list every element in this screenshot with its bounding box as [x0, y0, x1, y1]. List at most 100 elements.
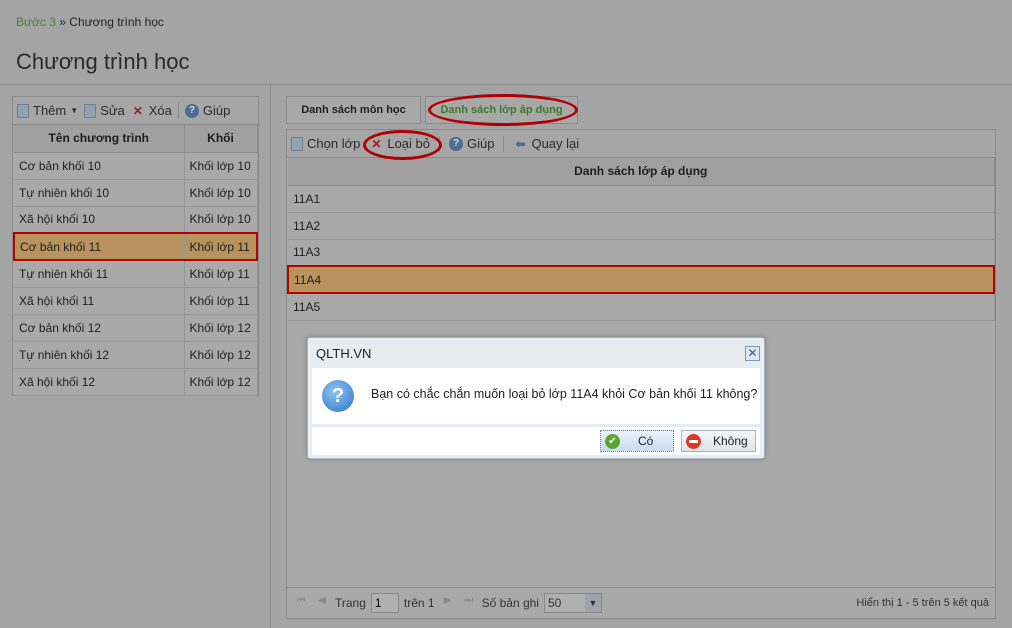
table-row[interactable]: 11A1	[288, 185, 995, 213]
choose-class-button[interactable]: Chọn lớp	[291, 136, 360, 151]
back-label: Quay lại	[531, 136, 580, 151]
toolbar-separator	[177, 102, 179, 119]
table-row[interactable]: Tự nhiên khối 10 Khối lớp 10	[14, 179, 258, 207]
help-button[interactable]: ? Giúp	[184, 103, 231, 118]
highlight-oval	[363, 130, 442, 160]
page-input[interactable]	[370, 593, 399, 613]
program-name-cell: Xã hội khối 12	[14, 368, 185, 396]
grade-cell: Khối lớp 11	[184, 260, 258, 288]
yes-button[interactable]: ✔ Có	[600, 430, 674, 452]
grade-cell: Khối lớp 11	[184, 287, 258, 315]
edit-icon	[84, 103, 97, 118]
back-arrow-icon: ⬅	[515, 136, 526, 151]
class-cell: 11A3	[288, 239, 995, 267]
grade-cell: Khối lớp 10	[184, 179, 258, 207]
breadcrumb: Bước 3 » Chương trình học	[16, 15, 164, 29]
toolbar-separator	[503, 135, 505, 152]
page-size-label: Số bản ghi	[481, 596, 539, 610]
column-header-name[interactable]: Tên chương trình	[14, 125, 185, 153]
class-cell: 11A2	[288, 212, 995, 240]
delete-label: Xóa	[148, 103, 172, 118]
add-label: Thêm	[33, 103, 67, 118]
grade-cell: Khối lớp 12	[184, 368, 258, 396]
table-row[interactable]: Xã hội khối 11 Khối lớp 11	[14, 287, 258, 315]
program-name-cell: Xã hội khối 10	[14, 206, 185, 234]
table-row[interactable]: 11A4	[287, 265, 995, 294]
splitter[interactable]	[270, 85, 271, 628]
program-name-cell: Cơ bản khối 10	[14, 152, 185, 180]
tab-subjects[interactable]: Danh sách môn học	[286, 96, 421, 124]
dialog-footer: ✔ Có Không	[312, 427, 760, 455]
close-icon[interactable]: ✕	[745, 346, 760, 361]
help-label: Giúp	[202, 103, 231, 118]
grade-cell: Khối lớp 12	[184, 341, 258, 369]
highlight-oval	[428, 94, 578, 126]
first-page-icon[interactable]: ⏮	[293, 595, 309, 611]
page-total: trên 1	[403, 596, 435, 610]
grade-cell: Khối lớp 11	[184, 232, 258, 261]
add-doc-icon	[291, 136, 303, 151]
help-icon: ?	[184, 103, 199, 118]
breadcrumb-separator: »	[59, 15, 66, 29]
breadcrumb-current: Chương trình học	[69, 15, 164, 29]
back-button[interactable]: ⬅ Quay lại	[513, 136, 579, 151]
page-label: Trang	[335, 596, 366, 610]
check-icon: ✔	[605, 433, 620, 449]
table-row[interactable]: Tự nhiên khối 11 Khối lớp 11	[14, 260, 258, 288]
no-button[interactable]: Không	[681, 430, 756, 452]
table-row[interactable]: Tự nhiên khối 12 Khối lớp 12	[14, 341, 258, 369]
divider	[0, 84, 1012, 85]
left-toolbar: Thêm ▼ Sửa ✕ Xóa ? Giúp	[13, 97, 258, 125]
class-table: Danh sách lớp áp dụng 11A1 11A2 11A3 11A4 11…	[287, 158, 995, 321]
program-panel: Thêm ▼ Sửa ✕ Xóa ? Giúp Tên chương trình Khố…	[12, 96, 259, 396]
pager: ⏮ ◀ Trang trên 1 ▶ ⏭ Số bản ghi 50 ▼ Hiển t…	[287, 587, 995, 618]
table-row[interactable]: Xã hội khối 10 Khối lớp 10	[14, 206, 258, 234]
grade-cell: Khối lớp 12	[184, 314, 258, 342]
chevron-down-icon: ▼	[584, 594, 601, 612]
no-label: Không	[713, 434, 748, 448]
program-name-cell: Tự nhiên khối 10	[14, 179, 185, 207]
page-size-select[interactable]: 50 ▼	[543, 593, 602, 613]
page-title: Chương trình học	[16, 49, 190, 74]
help-label: Giúp	[467, 136, 495, 151]
no-entry-icon	[686, 433, 701, 449]
table-row[interactable]: 11A5	[288, 293, 995, 321]
program-name-cell: Tự nhiên khối 12	[14, 341, 185, 369]
delete-button[interactable]: ✕ Xóa	[131, 103, 172, 118]
pager-summary: Hiển thị 1 - 5 trên 5 kết quả	[856, 597, 989, 609]
table-row[interactable]: Cơ bản khối 12 Khối lớp 12	[14, 314, 258, 342]
program-name-cell: Cơ bản khối 12	[14, 314, 185, 342]
edit-button[interactable]: Sửa	[84, 103, 125, 118]
question-icon: ?	[322, 380, 354, 412]
yes-label: Có	[638, 434, 654, 448]
class-cell: 11A5	[288, 293, 995, 321]
program-name-cell: Cơ bản khối 11	[13, 232, 185, 261]
help-icon: ?	[449, 136, 463, 151]
dialog-message: Bạn có chắc chắn muốn loại bỏ lớp 11A4 k…	[371, 387, 758, 401]
help-button[interactable]: ? Giúp	[449, 136, 494, 151]
dialog-title: QLTH.VN	[316, 346, 372, 361]
breadcrumb-step[interactable]: Bước 3	[16, 15, 56, 29]
class-cell: 11A1	[288, 185, 995, 213]
table-row[interactable]: 11A2	[288, 212, 995, 240]
page-size-value: 50	[547, 596, 562, 610]
last-page-icon[interactable]: ⏭	[461, 595, 477, 611]
column-header-grade[interactable]: Khối	[184, 125, 258, 153]
prev-page-icon[interactable]: ◀	[314, 595, 330, 611]
program-name-cell: Tự nhiên khối 11	[14, 260, 185, 288]
column-header-class[interactable]: Danh sách lớp áp dụng	[288, 158, 995, 186]
table-row[interactable]: Cơ bản khối 10 Khối lớp 10	[14, 152, 258, 180]
edit-label: Sửa	[100, 103, 125, 118]
dialog-body: ? Bạn có chắc chắn muốn loại bỏ lớp 11A4…	[312, 368, 760, 424]
table-row[interactable]: Xã hội khối 12 Khối lớp 12	[14, 368, 258, 396]
program-name-cell: Xã hội khối 11	[14, 287, 185, 315]
add-button[interactable]: Thêm ▼	[17, 103, 78, 118]
add-doc-icon	[17, 103, 29, 118]
next-page-icon[interactable]: ▶	[440, 595, 456, 611]
program-table: Tên chương trình Khối Cơ bản khối 10 Khối …	[13, 125, 258, 396]
table-row[interactable]: 11A3	[288, 239, 995, 267]
grade-cell: Khối lớp 10	[184, 152, 258, 180]
grade-cell: Khối lớp 10	[184, 206, 258, 234]
table-row[interactable]: Cơ bản khối 11 Khối lớp 11	[13, 232, 258, 261]
confirm-dialog: QLTH.VN ✕ ? Bạn có chắc chắn muốn loại b…	[307, 337, 765, 459]
